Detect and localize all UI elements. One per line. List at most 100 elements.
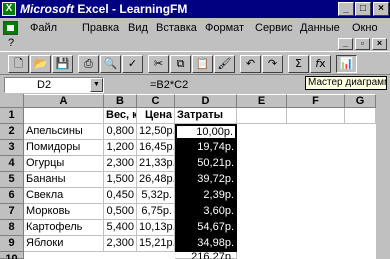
cell-a2[interactable]: Апельсины — [24, 124, 104, 140]
cell-d2-active[interactable]: 10,00р. — [175, 124, 237, 140]
cell-a9[interactable]: Яблоки — [24, 236, 104, 252]
column-header-d[interactable]: D — [175, 94, 237, 108]
column-header-b[interactable]: B — [104, 94, 137, 108]
cell-b4[interactable]: 2,300 — [104, 156, 137, 172]
tooltip-chart-wizard: Мастер диаграмм — [305, 76, 387, 90]
row-header-3[interactable]: 3 — [0, 140, 24, 156]
column-header-a[interactable]: A — [24, 94, 104, 108]
cut-icon[interactable]: ✂ — [148, 55, 169, 73]
menu-help[interactable]: ? — [8, 37, 14, 50]
cell-b6[interactable]: 0,450 — [104, 188, 137, 204]
cell-d1[interactable]: Затраты — [175, 108, 237, 124]
format-painter-icon[interactable]: 🖌 — [214, 55, 235, 73]
new-file-icon[interactable]: 🗋 — [8, 55, 29, 73]
print-icon[interactable]: ⎙ — [78, 55, 99, 73]
cell-f1[interactable] — [287, 108, 345, 124]
chart-wizard-icon[interactable]: 📊 — [336, 55, 357, 73]
doc-close-icon[interactable]: × — [372, 38, 387, 50]
row-header-10[interactable]: 10 — [0, 252, 24, 259]
spelling-icon[interactable]: ✓ — [122, 55, 143, 73]
cell-a6[interactable]: Свекла — [24, 188, 104, 204]
cell-b9[interactable]: 2,300 — [104, 236, 137, 252]
row-header-9[interactable]: 9 — [0, 236, 24, 252]
row-header-6[interactable]: 6 — [0, 188, 24, 204]
window-title-brand: Microsoft — [20, 2, 74, 16]
cell-c4[interactable]: 21,33р. — [137, 156, 175, 172]
cell-d7[interactable]: 3,60р. — [175, 204, 237, 220]
cell-b2[interactable]: 0,800 — [104, 124, 137, 140]
paste-icon[interactable]: 📋 — [192, 55, 213, 73]
minimize-icon[interactable]: _ — [338, 2, 354, 16]
excel-logo-icon[interactable]: X — [2, 2, 16, 16]
title-bar[interactable]: X Microsoft Excel - LearningFM _ □ × — [0, 0, 390, 18]
cell-c5[interactable]: 26,48р. — [137, 172, 175, 188]
column-header-c[interactable]: C — [137, 94, 175, 108]
row-header-1[interactable]: 1 — [0, 108, 24, 124]
column-header-e[interactable]: E — [237, 94, 287, 108]
cell-c3[interactable]: 16,45р. — [137, 140, 175, 156]
function-wizard-icon[interactable]: fx — [310, 55, 331, 73]
cell-d4[interactable]: 50,21р. — [175, 156, 237, 172]
cell-c1[interactable]: Цена — [137, 108, 175, 124]
menu-window[interactable]: Окно — [352, 20, 378, 36]
window-title: Microsoft Excel - LearningFM — [20, 1, 187, 17]
maximize-icon[interactable]: □ — [355, 2, 371, 16]
cell-d3[interactable]: 19,74р. — [175, 140, 237, 156]
cell-b3[interactable]: 1,200 — [104, 140, 137, 156]
spreadsheet-grid[interactable]: A B C D E F G 1 2 3 4 5 6 7 8 9 10 Вес, … — [0, 94, 390, 259]
cell-g1[interactable] — [345, 108, 376, 124]
vertical-scrollbar[interactable] — [376, 94, 390, 259]
cell-b7[interactable]: 0,500 — [104, 204, 137, 220]
cell-a4[interactable]: Огурцы — [24, 156, 104, 172]
column-header-f[interactable]: F — [287, 94, 345, 108]
cell-c6[interactable]: 5,32р. — [137, 188, 175, 204]
cell-a3[interactable]: Помидоры — [24, 140, 104, 156]
row-header-4[interactable]: 4 — [0, 156, 24, 172]
menu-view[interactable]: Вид — [128, 20, 148, 36]
doc-restore-icon[interactable]: ▫ — [355, 38, 370, 50]
row-header-8[interactable]: 8 — [0, 220, 24, 236]
undo-icon[interactable]: ↶ — [240, 55, 261, 73]
cell-d10-total[interactable]: 216,27р. — [175, 252, 237, 259]
name-box[interactable]: D2 — [4, 77, 104, 93]
cell-d6[interactable]: 2,39р. — [175, 188, 237, 204]
workbook-icon[interactable] — [3, 21, 18, 35]
cell-d8[interactable]: 54,67р. — [175, 220, 237, 236]
formula-input[interactable]: =B2*C2 — [150, 77, 188, 93]
chevron-down-icon[interactable]: ▼ — [90, 78, 103, 92]
cell-a8[interactable]: Картофель — [24, 220, 104, 236]
cell-a7[interactable]: Морковь — [24, 204, 104, 220]
redo-icon[interactable]: ↷ — [262, 55, 283, 73]
cell-b5[interactable]: 1,500 — [104, 172, 137, 188]
print-preview-icon[interactable]: 🔍 — [100, 55, 121, 73]
cell-c8[interactable]: 10,13р. — [137, 220, 175, 236]
cell-d5[interactable]: 39,72р. — [175, 172, 237, 188]
close-icon[interactable]: × — [373, 2, 389, 16]
menu-edit[interactable]: Правка — [82, 20, 119, 36]
cell-a1[interactable] — [24, 108, 104, 124]
menu-data[interactable]: Данные — [300, 20, 340, 36]
cell-b1[interactable]: Вес, кг — [104, 108, 137, 124]
column-header-g[interactable]: G — [345, 94, 376, 108]
cell-c2[interactable]: 12,50р. — [137, 124, 175, 140]
cell-a5[interactable]: Бананы — [24, 172, 104, 188]
row-header-5[interactable]: 5 — [0, 172, 24, 188]
row-header-7[interactable]: 7 — [0, 204, 24, 220]
row-header-2[interactable]: 2 — [0, 124, 24, 140]
cell-d9[interactable]: 34,98р. — [175, 236, 237, 252]
copy-icon[interactable]: ⧉ — [170, 55, 191, 73]
open-folder-icon[interactable]: 📂 — [30, 55, 51, 73]
standard-toolbar: 🗋 📂 💾 ⎙ 🔍 ✓ ✂ ⧉ 📋 🖌 ↶ ↷ Σ fx 📊 — [0, 51, 390, 75]
menu-format[interactable]: Формат — [205, 20, 244, 36]
cell-c9[interactable]: 15,21р. — [137, 236, 175, 252]
autosum-icon[interactable]: Σ — [288, 55, 309, 73]
cell-c7[interactable]: 6,75р. — [137, 204, 175, 220]
doc-minimize-icon[interactable]: _ — [338, 38, 353, 50]
menu-insert[interactable]: Вставка — [156, 20, 197, 36]
select-all-corner[interactable] — [0, 94, 24, 108]
menu-tools[interactable]: Сервис — [255, 20, 293, 36]
menu-file[interactable]: Файл — [30, 20, 57, 36]
cell-b8[interactable]: 5,400 — [104, 220, 137, 236]
save-icon[interactable]: 💾 — [52, 55, 73, 73]
cell-e1[interactable] — [237, 108, 287, 124]
